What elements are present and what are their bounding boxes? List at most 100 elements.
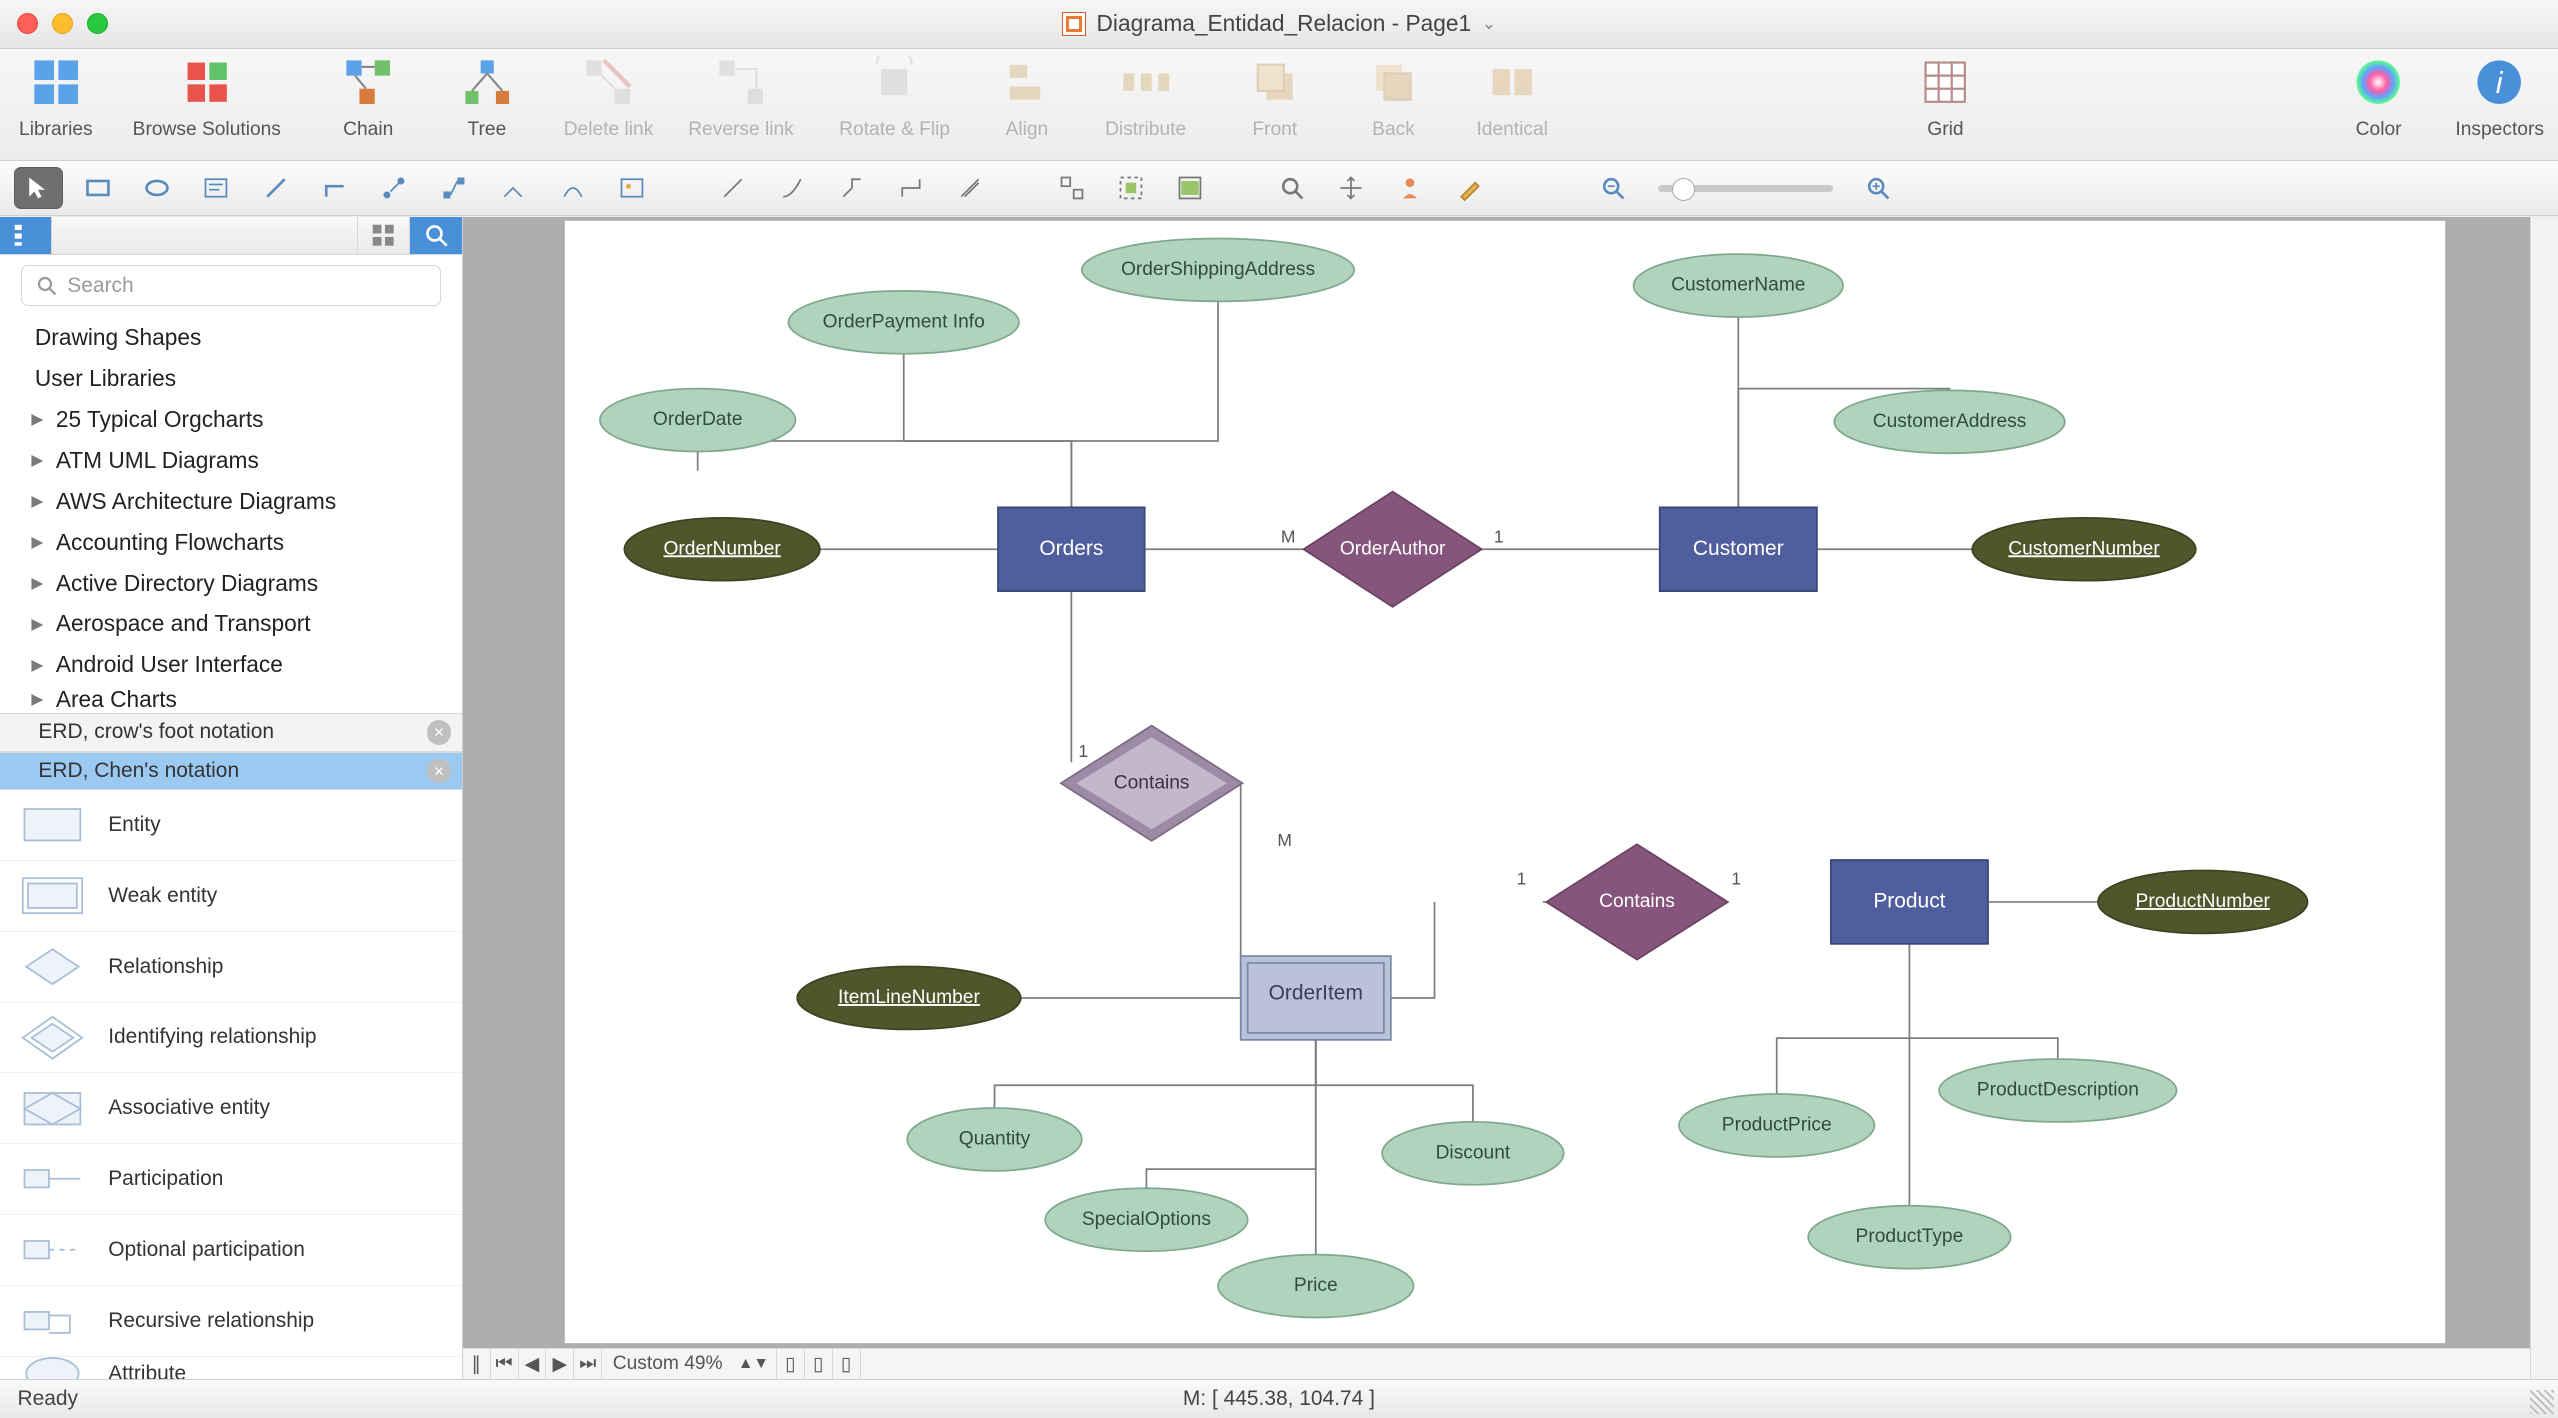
arrow-tool-5[interactable] [946,167,995,209]
rect-tool[interactable] [73,167,122,209]
zoom-in-button[interactable] [1854,167,1903,209]
entity-orderitem[interactable]: OrderItem [1241,956,1391,1040]
last-page-button[interactable]: ⏭ [574,1349,602,1379]
zoom-out-button[interactable] [1588,167,1637,209]
resize-corner-icon[interactable] [2530,1390,2554,1414]
libraries-button[interactable]: Libraries [14,56,98,141]
key-itemlinenumber[interactable]: ItemLineNumber [797,967,1020,1030]
zoom-selector[interactable]: Custom 49% ▲▼ [602,1349,777,1379]
image-tool[interactable] [607,167,656,209]
attr-discount[interactable]: Discount [1382,1122,1564,1185]
lib-item[interactable]: ▶Accounting Flowcharts [0,522,462,563]
lib-item[interactable]: ▶25 Typical Orgcharts [0,399,462,440]
svg-text:ProductType: ProductType [1856,1226,1964,1247]
prev-page-button[interactable]: ◀ [519,1349,547,1379]
diagram-canvas[interactable]: M 1 1 M 1 1 Orders Customer Product Orde… [564,220,2446,1344]
stencil-tab-chen[interactable]: ERD, Chen's notation× [0,752,462,790]
collapse-button[interactable]: ∥ [463,1349,491,1379]
shape-identifying-rel[interactable]: Identifying relationship [0,1003,462,1074]
attr-ordershipping[interactable]: OrderShippingAddress [1082,238,1354,301]
grid-button[interactable]: Grid [1904,56,1988,141]
entity-product[interactable]: Product [1831,860,1988,944]
view-mode-2[interactable]: ▯ [805,1349,833,1379]
key-productnumber[interactable]: ProductNumber [2098,870,2308,933]
shape-weak-entity[interactable]: Weak entity [0,861,462,932]
attr-orderdate[interactable]: OrderDate [600,389,796,452]
inspectors-button[interactable]: iInspectors [2455,56,2544,141]
zoom-tool[interactable] [1267,167,1316,209]
sidebar-tab-tree[interactable] [0,217,52,255]
pan-tool[interactable] [1327,167,1376,209]
close-icon[interactable]: × [427,759,451,783]
attr-customeraddress[interactable]: CustomerAddress [1834,390,2064,453]
elbow-tool[interactable] [311,167,360,209]
view-mode-1[interactable]: ▯ [777,1349,805,1379]
close-icon[interactable]: × [427,720,451,744]
attr-quantity[interactable]: Quantity [907,1108,1082,1171]
key-ordernumber[interactable]: OrderNumber [624,518,820,581]
lib-item[interactable]: Drawing Shapes [0,317,462,358]
group-tool-3[interactable] [1166,167,1215,209]
attr-producttype[interactable]: ProductType [1808,1206,2011,1269]
sidebar-tab-search[interactable] [409,217,461,255]
group-tool-2[interactable] [1107,167,1156,209]
shape-optional-participation[interactable]: Optional participation [0,1215,462,1286]
text-tool[interactable] [192,167,241,209]
key-customernumber[interactable]: CustomerNumber [1972,518,2195,581]
entity-orders[interactable]: Orders [998,507,1145,591]
sidebar-tab-grid[interactable] [357,217,409,255]
shape-associative-entity[interactable]: Associative entity [0,1073,462,1144]
rel-orderauthor[interactable]: OrderAuthor [1304,492,1482,607]
ellipse-tool[interactable] [133,167,182,209]
first-page-button[interactable]: ⏮ [491,1349,519,1379]
lib-item[interactable]: User Libraries [0,358,462,399]
shape-entity[interactable]: Entity [0,790,462,861]
color-button[interactable]: Color [2337,56,2421,141]
vertical-scrollbar[interactable] [2530,217,2558,1380]
arrow-tool-3[interactable] [827,167,876,209]
arrow-tool-4[interactable] [887,167,936,209]
line-tool[interactable] [251,167,300,209]
group-tool-1[interactable] [1047,167,1096,209]
svg-text:OrderDate: OrderDate [653,409,743,430]
lib-item[interactable]: ▶Android User Interface [0,644,462,685]
attr-productprice[interactable]: ProductPrice [1679,1094,1875,1157]
shape-relationship[interactable]: Relationship [0,932,462,1003]
shape-recursive-rel[interactable]: Recursive relationship [0,1286,462,1357]
connector-tool-3[interactable] [489,167,538,209]
person-tool[interactable] [1386,167,1435,209]
pencil-tool[interactable] [1445,167,1494,209]
rel-contains-1[interactable]: Contains [1061,726,1243,841]
lib-item[interactable]: ▶Aerospace and Transport [0,603,462,644]
shape-attribute[interactable]: Attribute [0,1357,462,1380]
chevron-down-icon[interactable]: ⌄ [1482,13,1497,34]
arrow-tool-2[interactable] [768,167,817,209]
svg-text:OrderAuthor: OrderAuthor [1340,538,1446,559]
stencil-tab-crowsfoot[interactable]: ERD, crow's foot notation× [0,713,462,751]
zoom-slider[interactable] [1658,185,1833,192]
lib-item[interactable]: ▶ATM UML Diagrams [0,440,462,481]
lib-item[interactable]: ▶AWS Architecture Diagrams [0,481,462,522]
connector-tool-1[interactable] [370,167,419,209]
lib-item[interactable]: ▶Active Directory Diagrams [0,563,462,604]
attr-productdesc[interactable]: ProductDescription [1939,1059,2176,1122]
entity-customer[interactable]: Customer [1660,507,1817,591]
view-mode-3[interactable]: ▯ [833,1349,861,1379]
connector-tool-2[interactable] [429,167,478,209]
chain-button[interactable]: Chain [326,56,410,141]
lib-item[interactable]: ▶Area Charts [0,685,462,713]
tree-button[interactable]: Tree [445,56,529,141]
svg-text:ProductNumber: ProductNumber [2136,891,2271,912]
shape-participation[interactable]: Participation [0,1144,462,1215]
rel-contains-2[interactable]: Contains [1546,844,1728,959]
connector-tool-4[interactable] [548,167,597,209]
attr-price[interactable]: Price [1218,1255,1414,1318]
attr-specialoptions[interactable]: SpecialOptions [1045,1188,1248,1251]
attr-orderpayment[interactable]: OrderPayment Info [788,291,1018,354]
browse-solutions-button[interactable]: Browse Solutions [133,56,281,141]
arrow-tool-1[interactable] [709,167,758,209]
pointer-tool[interactable] [14,167,63,209]
attr-customername[interactable]: CustomerName [1634,254,1844,317]
next-page-button[interactable]: ▶ [546,1349,574,1379]
search-input[interactable]: Search [21,265,441,306]
